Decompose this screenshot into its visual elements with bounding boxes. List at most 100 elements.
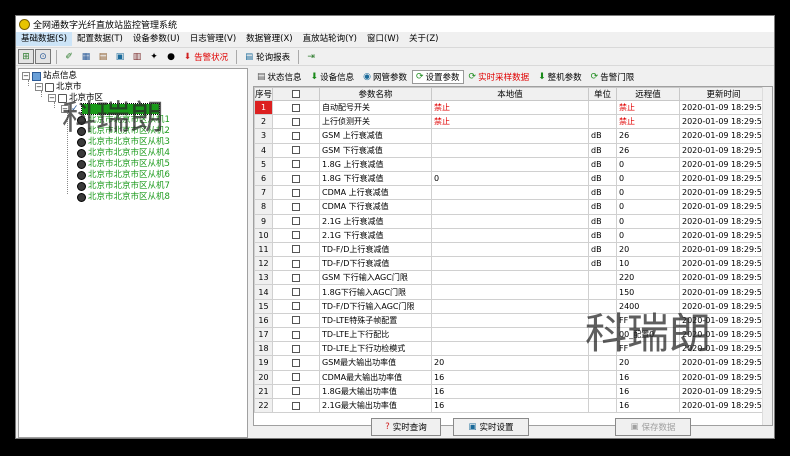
realtime-query-button[interactable]: ? 实时查询: [371, 418, 441, 436]
local-value[interactable]: [431, 156, 589, 172]
row-checkbox-box[interactable]: [292, 302, 300, 311]
table-row[interactable]: 17 TD-LTE上下行配比 00_配置0 2020-01-09 18:29:53: [254, 326, 768, 343]
local-value[interactable]: [431, 199, 589, 215]
vertical-scrollbar[interactable]: [762, 87, 772, 425]
site-tree[interactable]: − 站点信息 − 北京市 − 北京市区 − ✓ 北京市北京市区主机 北京市北京市…: [18, 68, 248, 438]
menu-data-management[interactable]: 数据管理(X): [241, 32, 297, 46]
collapse-icon[interactable]: −: [35, 83, 43, 91]
table-row[interactable]: 5 1.8G 上行衰减值 dB 0 2020-01-09 18:29:53: [254, 156, 768, 172]
tree-node-slave[interactable]: 北京市北京市区从机1: [77, 115, 170, 125]
tab-realtime-sampling[interactable]: ⟳ 实时采样数据: [465, 70, 534, 84]
row-checkbox[interactable]: [272, 270, 320, 286]
row-checkbox[interactable]: [272, 99, 320, 116]
row-checkbox-box[interactable]: [292, 174, 300, 183]
collapse-icon[interactable]: −: [61, 105, 69, 113]
col-header-select[interactable]: [272, 87, 320, 101]
row-checkbox[interactable]: [272, 114, 320, 130]
menu-config-data[interactable]: 配置数据(T): [72, 32, 128, 46]
alarm-status-button[interactable]: ⬇ 告警状况: [180, 49, 232, 64]
table-row[interactable]: 18 TD-LTE上下行功检模式 FF 2020-01-09 18:29:53: [254, 341, 768, 357]
row-checkbox[interactable]: [272, 199, 320, 215]
save-data-button[interactable]: ▣ 保存数据: [615, 418, 691, 436]
row-checkbox-box[interactable]: [292, 217, 300, 226]
menu-about[interactable]: 关于(Z): [404, 32, 443, 46]
local-value[interactable]: [431, 341, 589, 357]
table-row[interactable]: 9 2.1G 上行衰减值 dB 0 2020-01-09 18:29:53: [254, 213, 768, 229]
row-checkbox-box[interactable]: [292, 231, 300, 240]
table-row[interactable]: 3 GSM 上行衰减值 dB 26 2020-01-09 18:29:53: [254, 128, 768, 144]
row-checkbox-box[interactable]: [292, 373, 300, 382]
network-icon[interactable]: ⊞: [18, 49, 34, 64]
device-icon[interactable]: ▣: [112, 49, 128, 64]
collapse-icon[interactable]: −: [48, 94, 56, 102]
table-row[interactable]: 10 2.1G 下行衰减值 dB 0 2020-01-09 18:29:53: [254, 227, 768, 243]
table-row[interactable]: 2 上行侦测开关 禁止 禁止 2020-01-09 18:29:53: [254, 114, 768, 130]
tab-machine-params[interactable]: ⬇ 整机参数: [534, 70, 586, 84]
row-checkbox[interactable]: [272, 170, 320, 187]
polling-report-button[interactable]: ▤ 轮询报表: [241, 49, 294, 64]
search-icon[interactable]: ⊙: [35, 49, 51, 64]
table-row[interactable]: 15 TD-F/D下行输入AGC门限 2400 2020-01-09 18:29:53: [254, 298, 768, 314]
row-checkbox[interactable]: [272, 128, 320, 144]
row-checkbox[interactable]: [272, 298, 320, 314]
exit-icon[interactable]: ⇥: [303, 49, 319, 64]
row-checkbox[interactable]: [272, 241, 320, 258]
row-checkbox[interactable]: [272, 312, 320, 329]
row-checkbox-box[interactable]: [292, 160, 300, 169]
table-row[interactable]: 14 1.8G下行输入AGC门限 150 2020-01-09 18:29:53: [254, 284, 768, 300]
local-value[interactable]: 禁止: [431, 114, 589, 130]
table-row[interactable]: 4 GSM 下行衰减值 dB 26 2020-01-09 18:29:53: [254, 142, 768, 158]
list-icon[interactable]: ▤: [95, 49, 111, 64]
tree-node-slave[interactable]: 北京市北京市区从机2: [77, 126, 170, 136]
row-checkbox[interactable]: [272, 397, 320, 414]
local-value[interactable]: [431, 326, 589, 343]
local-value[interactable]: [431, 298, 589, 314]
table-row[interactable]: 12 TD-F/D下行衰减值 dB 10 2020-01-09 18:29:53: [254, 256, 768, 272]
row-checkbox[interactable]: [272, 284, 320, 300]
local-value[interactable]: [431, 241, 589, 258]
table-row[interactable]: 20 CDMA最大输出功率值 16 16 2020-01-09 18:29:53: [254, 369, 768, 385]
local-value[interactable]: [431, 270, 589, 286]
local-value[interactable]: 20: [431, 355, 589, 371]
local-value[interactable]: [431, 213, 589, 229]
tree-node-master[interactable]: − ✓ 北京市北京市区主机: [61, 103, 160, 115]
row-checkbox[interactable]: [272, 383, 320, 399]
row-checkbox-box[interactable]: [292, 131, 300, 140]
local-value[interactable]: [431, 185, 589, 201]
tree-node-city[interactable]: − 北京市: [35, 82, 82, 92]
tree-node-district[interactable]: − 北京市区: [48, 93, 103, 103]
collapse-icon[interactable]: −: [22, 72, 30, 80]
record-icon[interactable]: ●: [163, 49, 179, 64]
local-value[interactable]: [431, 128, 589, 144]
edit-icon[interactable]: ✐: [61, 49, 77, 64]
table-row[interactable]: 16 TD-LTE特殊子帧配置 FF 2020-01-09 18:29:53: [254, 312, 768, 329]
row-checkbox[interactable]: [272, 156, 320, 172]
menu-window[interactable]: 窗口(W): [362, 32, 404, 46]
tree-node-slave[interactable]: 北京市北京市区从机7: [77, 181, 170, 191]
tree-node-slave[interactable]: 北京市北京市区从机3: [77, 137, 170, 147]
table-row[interactable]: 22 2.1G最大输出功率值 16 16 2020-01-09 18:29:53: [254, 397, 768, 414]
row-checkbox-box[interactable]: [292, 245, 300, 254]
table-row[interactable]: 19 GSM最大输出功率值 20 20 2020-01-09 18:29:53: [254, 355, 768, 371]
row-checkbox-box[interactable]: [292, 330, 300, 339]
row-checkbox[interactable]: [272, 326, 320, 343]
table-row[interactable]: 7 CDMA 上行衰减值 dB 0 2020-01-09 18:29:53: [254, 185, 768, 201]
tree-node-slave[interactable]: 北京市北京市区从机8: [77, 192, 170, 202]
local-value[interactable]: [431, 284, 589, 300]
tab-alarm-threshold[interactable]: ⟳ 告警门限: [587, 70, 639, 84]
tree-node-slave[interactable]: 北京市北京市区从机6: [77, 170, 170, 180]
row-checkbox-box[interactable]: [292, 273, 300, 282]
menu-repeater-polling[interactable]: 直放站轮询(Y): [298, 32, 362, 46]
row-checkbox-box[interactable]: [292, 288, 300, 297]
tree-node-slave[interactable]: 北京市北京市区从机5: [77, 159, 170, 169]
row-checkbox-box[interactable]: [292, 103, 300, 112]
local-value[interactable]: 16: [431, 383, 589, 399]
tree-node-root[interactable]: − 站点信息: [22, 71, 77, 81]
tab-set-params[interactable]: ⟳ 设置参数: [411, 69, 464, 84]
row-checkbox-box[interactable]: [292, 146, 300, 155]
local-value[interactable]: [431, 312, 589, 329]
menu-device-params[interactable]: 设备参数(U): [128, 32, 185, 46]
local-value[interactable]: 16: [431, 397, 589, 414]
local-value[interactable]: [431, 256, 589, 272]
tab-status-info[interactable]: ▤ 状态信息: [253, 70, 306, 84]
